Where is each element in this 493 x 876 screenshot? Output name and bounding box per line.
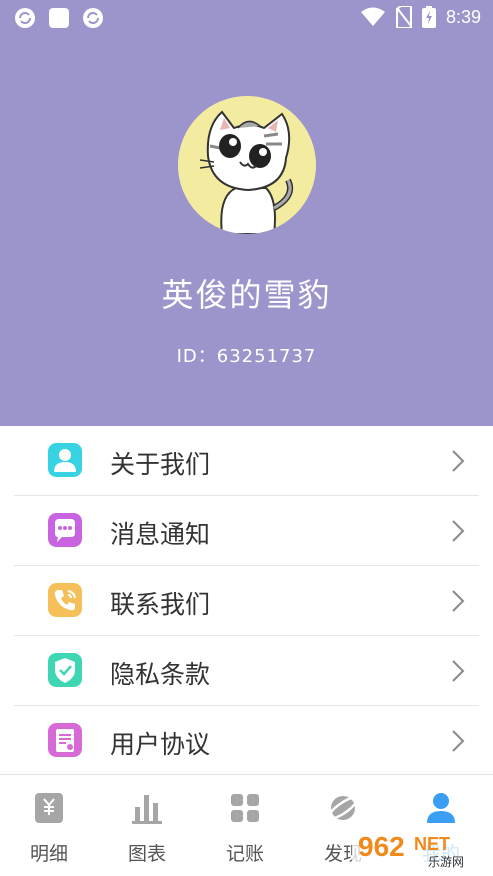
chevron-right-icon bbox=[452, 730, 465, 752]
avatar[interactable] bbox=[178, 96, 316, 234]
wifi-icon bbox=[360, 7, 385, 26]
chevron-right-icon bbox=[452, 450, 465, 472]
menu-label: 用户协议 bbox=[110, 730, 211, 759]
user-icon bbox=[48, 443, 82, 477]
bar-chart-icon bbox=[132, 795, 162, 824]
menu-label: 关于我们 bbox=[110, 450, 211, 479]
menu-label: 联系我们 bbox=[110, 590, 211, 619]
tab-details[interactable]: 明细 bbox=[0, 775, 98, 876]
chevron-right-icon bbox=[452, 660, 465, 682]
watermark: 962 NET 乐游网 bbox=[352, 826, 490, 870]
square-icon bbox=[49, 8, 69, 28]
settings-menu: 关于我们 消息通知 联系我们 隐私条款 用户协议 bbox=[0, 426, 493, 776]
menu-label: 消息通知 bbox=[110, 520, 211, 549]
shield-check-icon bbox=[48, 653, 82, 687]
planet-icon bbox=[327, 796, 359, 820]
battery-charging-icon bbox=[421, 6, 436, 28]
clock: 8:39 bbox=[445, 6, 481, 27]
tab-chart[interactable]: 图表 bbox=[98, 775, 196, 876]
tab-label: 记账 bbox=[225, 843, 264, 865]
menu-item-contact[interactable]: 联系我们 bbox=[14, 566, 479, 636]
nickname: 英俊的雪豹 bbox=[161, 276, 332, 314]
menu-item-notifications[interactable]: 消息通知 bbox=[14, 496, 479, 566]
tab-bookkeeping[interactable]: 记账 bbox=[196, 775, 294, 876]
user-id: ID：63251737 bbox=[176, 346, 317, 367]
grid-icon bbox=[231, 794, 259, 822]
menu-item-about[interactable]: 关于我们 bbox=[14, 426, 479, 496]
watermark-suffix: NET bbox=[414, 834, 450, 854]
tab-label: 图表 bbox=[127, 843, 166, 865]
message-icon bbox=[48, 513, 82, 547]
ledger-icon bbox=[35, 793, 63, 823]
status-bar: 8:39 bbox=[0, 0, 493, 36]
menu-item-privacy[interactable]: 隐私条款 bbox=[14, 636, 479, 706]
chevron-right-icon bbox=[452, 590, 465, 612]
sync-icon bbox=[15, 8, 35, 28]
cat-avatar-icon bbox=[178, 96, 316, 234]
no-sim-icon bbox=[395, 6, 412, 28]
tab-label: 明细 bbox=[29, 843, 68, 865]
watermark-subtitle: 乐游网 bbox=[428, 855, 464, 869]
watermark-logo: 962 NET 乐游网 bbox=[352, 826, 490, 870]
watermark-brand: 962 bbox=[358, 831, 405, 862]
menu-label: 隐私条款 bbox=[110, 660, 211, 689]
sync-icon bbox=[83, 8, 103, 28]
chevron-right-icon bbox=[452, 520, 465, 542]
profile-header: 8:39 英俊的雪豹 ID：63251737 bbox=[0, 0, 493, 426]
menu-item-agreement[interactable]: 用户协议 bbox=[14, 706, 479, 776]
document-icon bbox=[48, 723, 82, 757]
phone-icon bbox=[48, 583, 82, 617]
person-icon bbox=[427, 793, 455, 823]
